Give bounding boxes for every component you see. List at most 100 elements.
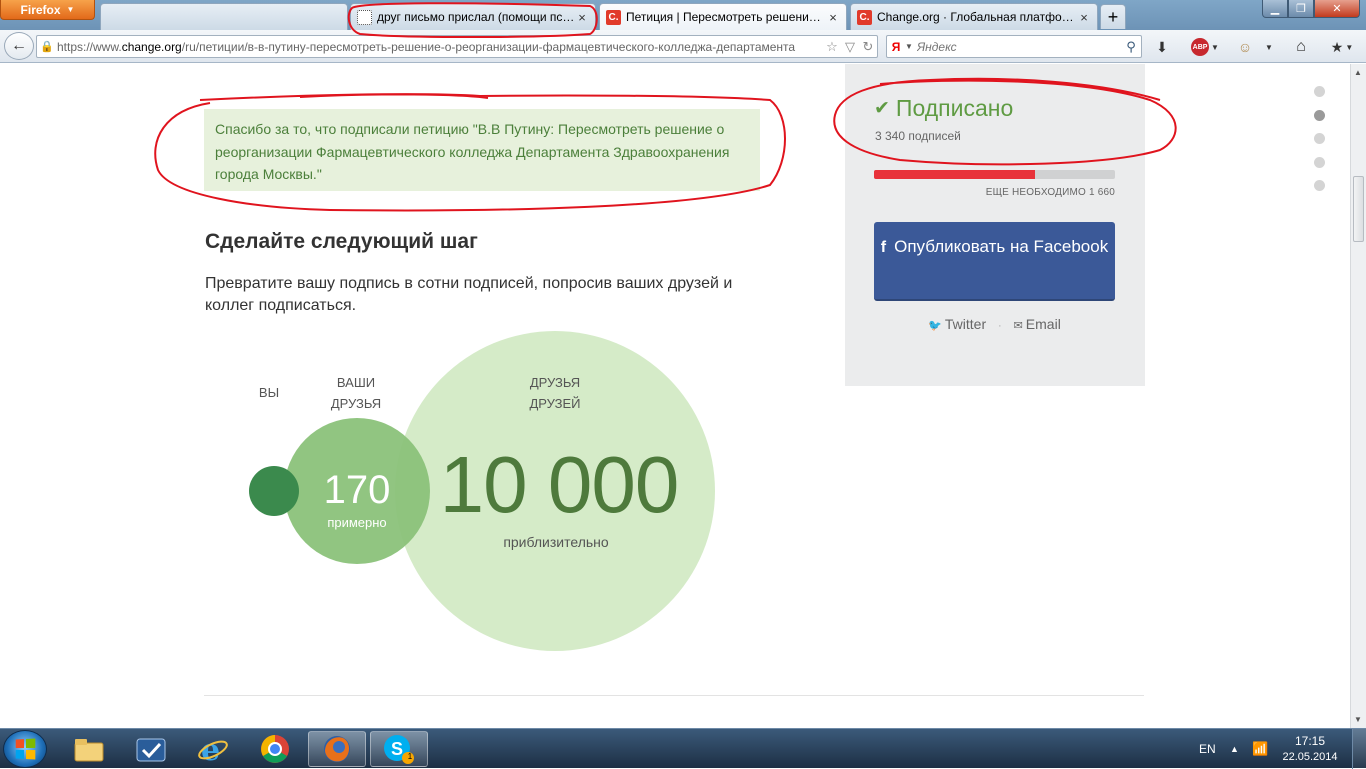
- internet-explorer-taskbar-button[interactable]: e: [184, 731, 242, 767]
- new-tab-button[interactable]: +: [1100, 4, 1126, 29]
- tab-label: Петиция | Пересмотреть решение о...: [626, 10, 826, 24]
- firefox-menu-button[interactable]: Firefox ▼: [0, 0, 95, 20]
- signatures-needed: ЕЩЕ НЕОБХОДИМО 1 660: [985, 187, 1115, 198]
- chevron-down-icon: ▼: [1211, 42, 1219, 52]
- vertical-scrollbar[interactable]: ▲ ▼: [1350, 64, 1366, 728]
- back-arrow-icon[interactable]: ←: [4, 32, 34, 60]
- minimize-button[interactable]: ▁: [1262, 0, 1288, 18]
- firefox-menu-label: Firefox: [20, 2, 61, 17]
- scroll-up-icon[interactable]: ▲: [1354, 68, 1362, 77]
- section-divider: [204, 695, 1144, 696]
- page-content: Спасибо за то, что подписали петицию "В.…: [0, 64, 1350, 728]
- you-label: ВЫ: [258, 385, 280, 400]
- signed-label: Подписано: [895, 95, 1014, 121]
- facebook-share-button[interactable]: f Опубликовать на Facebook: [874, 222, 1115, 301]
- blank-page-icon: [357, 9, 372, 25]
- windows-logo-icon: [15, 738, 36, 760]
- explorer-taskbar-button[interactable]: [60, 731, 118, 767]
- next-step-description: Превратите вашу подпись в сотни подписей…: [205, 275, 733, 314]
- reload-icon[interactable]: ↻: [859, 39, 877, 55]
- home-icon[interactable]: ⌂: [1291, 38, 1311, 56]
- firefox-taskbar-button[interactable]: [308, 731, 366, 767]
- app-taskbar-button[interactable]: [122, 731, 180, 767]
- tray-expand-icon[interactable]: ▲: [1230, 729, 1239, 769]
- section-nav-dot[interactable]: [1314, 133, 1325, 144]
- section-nav-dots: [1314, 86, 1328, 204]
- tab-petition[interactable]: C. Петиция | Пересмотреть решение о... ×: [599, 3, 847, 30]
- lock-icon: 🔒: [40, 41, 54, 53]
- yandex-icon[interactable]: Я: [887, 40, 905, 54]
- chevron-down-icon[interactable]: ▼: [1262, 38, 1276, 56]
- share-separator: ·: [998, 320, 1002, 332]
- url-text[interactable]: https://www.change.org/ru/петиции/в-в-пу…: [57, 40, 823, 54]
- thanks-message: Спасибо за то, что подписали петицию "В.…: [204, 109, 760, 191]
- download-icon[interactable]: ⬇: [1152, 38, 1172, 56]
- email-icon: ✉: [1013, 320, 1023, 332]
- signature-count: 3 340 подписей: [875, 129, 961, 143]
- tab-label: друг письмо прислал (помощи пст...: [377, 10, 575, 24]
- skype-taskbar-button[interactable]: S 1: [370, 731, 428, 767]
- tab-label: Change.org · Глобальная платформ...: [877, 10, 1077, 24]
- share-links: 🐦 Twitter · ✉ Email: [874, 316, 1115, 332]
- start-button[interactable]: [3, 730, 47, 768]
- friends-of-friends-label: ДРУЗЬЯ ДРУЗЕЙ: [529, 375, 581, 411]
- signature-progress-bar: [874, 170, 1115, 179]
- skype-notification-badge: 1: [407, 752, 413, 761]
- next-step-title: Сделайте следующий шаг: [205, 230, 478, 253]
- search-icon[interactable]: ⚲: [1121, 39, 1141, 55]
- dropdown-icon[interactable]: ▽: [841, 39, 859, 55]
- section-nav-dot[interactable]: [1314, 86, 1325, 97]
- language-indicator[interactable]: EN: [1199, 729, 1216, 769]
- search-bar[interactable]: Я ▼ ⚲: [886, 35, 1142, 58]
- chrome-icon: [261, 735, 289, 763]
- close-tab-icon[interactable]: ×: [1077, 10, 1091, 25]
- tab-blank[interactable]: [100, 3, 348, 30]
- chrome-taskbar-button[interactable]: [246, 731, 304, 767]
- checkmark-app-icon: [136, 738, 166, 762]
- chevron-down-icon: ▼: [66, 5, 75, 14]
- internet-explorer-icon: e: [198, 734, 228, 764]
- twitter-icon: 🐦: [928, 320, 942, 332]
- section-nav-dot[interactable]: [1314, 109, 1325, 121]
- adblock-button[interactable]: ABP ▼: [1190, 38, 1220, 56]
- friends-count-note: примерно: [327, 515, 387, 530]
- scroll-down-icon[interactable]: ▼: [1354, 715, 1362, 724]
- change-org-icon: C.: [857, 9, 872, 25]
- clock-time: 17:15: [1294, 734, 1326, 748]
- svg-text:S: S: [391, 739, 403, 759]
- section-nav-dot[interactable]: [1314, 156, 1325, 168]
- show-desktop-button[interactable]: [1352, 729, 1366, 769]
- scrollbar-thumb[interactable]: [1353, 176, 1364, 242]
- chevron-down-icon[interactable]: ▼: [905, 42, 917, 51]
- sidebar-arrow: [845, 368, 1145, 386]
- progress-fill: [874, 170, 1035, 179]
- close-tab-icon[interactable]: ×: [575, 10, 589, 25]
- facebook-share-label: Опубликовать на Facebook: [894, 237, 1109, 256]
- addon-face-icon[interactable]: ☺: [1235, 38, 1255, 56]
- close-window-button[interactable]: ✕: [1314, 0, 1360, 18]
- network-icon[interactable]: 📶: [1252, 729, 1268, 769]
- friends-of-friends-count: 10 000: [439, 440, 680, 529]
- change-org-icon: C.: [606, 9, 621, 25]
- url-bar[interactable]: 🔒 https://www.change.org/ru/петиции/в-в-…: [36, 35, 878, 58]
- tab-letter[interactable]: друг письмо прислал (помощи пст... ×: [350, 3, 596, 30]
- twitter-share-link[interactable]: 🐦 Twitter: [928, 316, 986, 332]
- friends-label: ВАШИ ДРУЗЬЯ: [330, 375, 382, 411]
- friends-of-friends-note: приблизительно: [503, 534, 609, 550]
- navigation-toolbar: ← 🔒 https://www.change.org/ru/петиции/в-…: [0, 30, 1366, 63]
- windows-taskbar: e S 1 EN ▲ 📶 17:15 22.05.2014: [0, 728, 1366, 769]
- section-nav-dot[interactable]: [1314, 180, 1325, 191]
- signed-status: ✔ Подписано: [874, 95, 1013, 122]
- restore-button[interactable]: ❐: [1288, 0, 1314, 18]
- friends-count: 170: [323, 468, 391, 512]
- system-clock[interactable]: 17:15 22.05.2014: [1280, 733, 1340, 765]
- email-share-link[interactable]: ✉ Email: [1014, 316, 1061, 332]
- star-icon[interactable]: ☆: [823, 39, 841, 55]
- close-tab-icon[interactable]: ×: [826, 10, 840, 25]
- bookmarks-icon[interactable]: ★ ▼: [1326, 38, 1358, 56]
- firefox-icon: [324, 736, 350, 762]
- window-titlebar: Firefox ▼ друг письмо прислал (помощи пс…: [0, 0, 1366, 30]
- search-input[interactable]: [917, 39, 1121, 54]
- adblock-icon: ABP: [1191, 38, 1210, 56]
- tab-change-org[interactable]: C. Change.org · Глобальная платформ... ×: [850, 3, 1098, 30]
